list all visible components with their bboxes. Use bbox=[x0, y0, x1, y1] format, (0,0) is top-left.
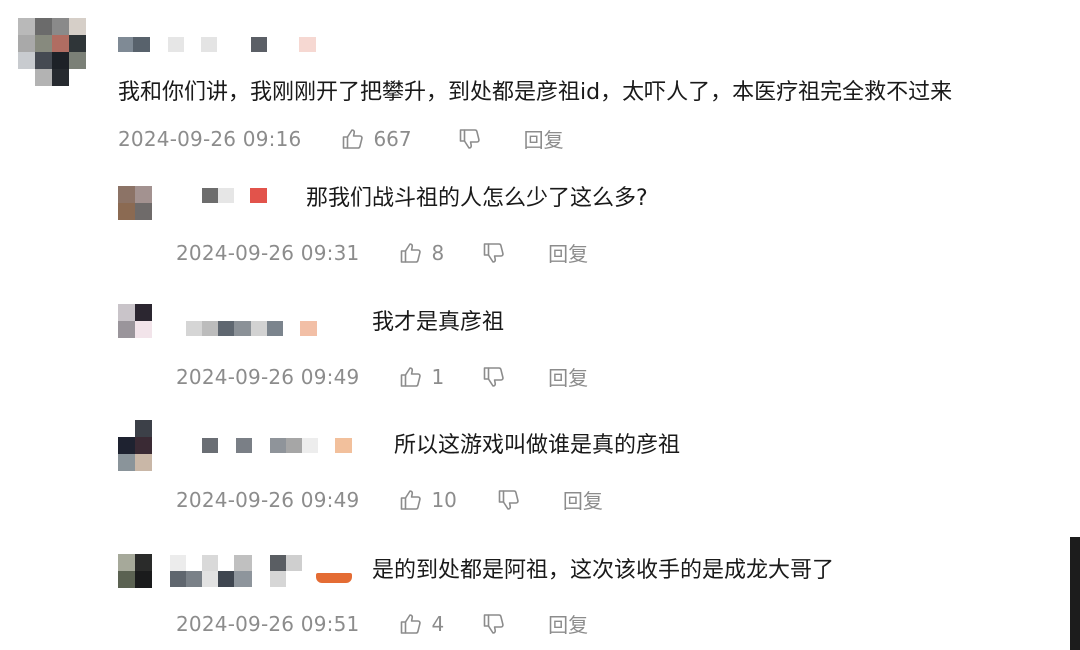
avatar[interactable] bbox=[118, 420, 152, 471]
thumbs-down-icon bbox=[483, 242, 504, 263]
username-redacted[interactable] bbox=[202, 438, 352, 453]
thumbs-down-icon bbox=[483, 613, 504, 634]
timestamp: 2024-09-26 09:51 bbox=[176, 611, 360, 636]
reply-button[interactable]: 回复 bbox=[563, 485, 603, 514]
reply-meta: 2024-09-26 09:49 1 回复 bbox=[176, 362, 588, 391]
thumbs-up-icon bbox=[401, 489, 422, 510]
reply-button[interactable]: 回复 bbox=[548, 609, 588, 638]
username-redacted[interactable] bbox=[118, 37, 316, 52]
reply-button[interactable]: 回复 bbox=[548, 362, 588, 391]
thumbs-down-icon bbox=[483, 366, 504, 387]
reply-text: 是的到处都是阿祖，这次该收手的是成龙大哥了 bbox=[372, 558, 835, 583]
avatar[interactable] bbox=[18, 18, 86, 86]
username-redacted[interactable] bbox=[202, 188, 267, 203]
timestamp: 2024-09-26 09:16 bbox=[118, 126, 302, 151]
side-edge bbox=[1070, 537, 1080, 650]
avatar[interactable] bbox=[118, 554, 152, 588]
reply-text: 我才是真彦祖 bbox=[372, 310, 505, 335]
reply-text: 所以这游戏叫做谁是真的彦祖 bbox=[394, 433, 681, 458]
like-button[interactable]: 1 bbox=[399, 365, 444, 389]
thumbs-up-icon bbox=[343, 128, 364, 149]
avatar[interactable] bbox=[118, 186, 152, 220]
comment-meta: 2024-09-26 09:16 667 回复 bbox=[118, 124, 564, 153]
avatar[interactable] bbox=[118, 304, 152, 338]
thumbs-down-icon bbox=[498, 489, 519, 510]
reply-text: 那我们战斗祖的人怎么少了这么多? bbox=[306, 186, 648, 211]
thumbs-down-icon bbox=[459, 128, 480, 149]
like-button[interactable]: 667 bbox=[341, 126, 412, 151]
reply-meta: 2024-09-26 09:31 8 回复 bbox=[176, 238, 588, 267]
reply-button[interactable]: 回复 bbox=[524, 124, 564, 153]
dislike-button[interactable] bbox=[458, 127, 482, 151]
like-button[interactable]: 4 bbox=[399, 612, 444, 636]
comment-text: 我和你们讲，我刚刚开了把攀升，到处都是彦祖id，太吓人了，本医疗祖完全救不过来 bbox=[118, 80, 953, 105]
like-count: 1 bbox=[431, 364, 445, 389]
like-count: 10 bbox=[431, 487, 457, 512]
dislike-button[interactable] bbox=[482, 241, 506, 265]
like-count: 4 bbox=[431, 611, 445, 636]
like-button[interactable]: 10 bbox=[399, 487, 457, 512]
username-redacted[interactable] bbox=[186, 321, 317, 336]
dislike-button[interactable] bbox=[497, 488, 521, 512]
thumbs-up-icon bbox=[401, 366, 422, 387]
reply-meta: 2024-09-26 09:51 4 回复 bbox=[176, 609, 588, 638]
username-redacted[interactable] bbox=[170, 555, 352, 587]
like-button[interactable]: 8 bbox=[399, 241, 444, 265]
timestamp: 2024-09-26 09:49 bbox=[176, 364, 360, 389]
timestamp: 2024-09-26 09:49 bbox=[176, 487, 360, 512]
timestamp: 2024-09-26 09:31 bbox=[176, 240, 360, 265]
like-count: 667 bbox=[373, 126, 412, 151]
reply-button[interactable]: 回复 bbox=[548, 238, 588, 267]
dislike-button[interactable] bbox=[482, 612, 506, 636]
like-count: 8 bbox=[431, 240, 445, 265]
thumbs-up-icon bbox=[401, 242, 422, 263]
reply-meta: 2024-09-26 09:49 10 回复 bbox=[176, 485, 603, 514]
thumbs-up-icon bbox=[401, 613, 422, 634]
dislike-button[interactable] bbox=[482, 365, 506, 389]
